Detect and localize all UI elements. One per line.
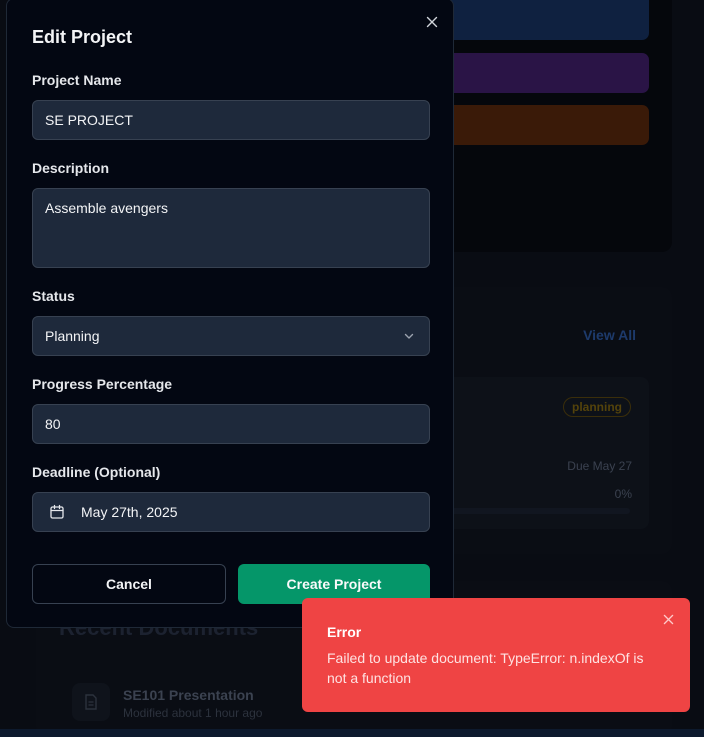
project-due-date: Due May 27 (567, 459, 632, 473)
status-value: Planning (45, 328, 100, 344)
document-meta: Modified about 1 hour ago (123, 706, 263, 720)
cancel-button[interactable]: Cancel (32, 564, 226, 604)
close-icon[interactable] (660, 611, 676, 627)
chevron-down-icon (403, 329, 415, 345)
project-name-label: Project Name (32, 72, 122, 88)
error-toast: Error Failed to update document: TypeErr… (302, 598, 690, 712)
progress-input[interactable]: 80 (32, 404, 430, 444)
toast-message: Failed to update document: TypeError: n.… (327, 650, 644, 686)
footer-strip (0, 729, 704, 737)
calendar-icon (49, 504, 65, 520)
project-name-input[interactable]: SE PROJECT (32, 100, 430, 140)
status-select[interactable]: Planning (32, 316, 430, 356)
edit-project-dialog: Edit Project Project Name SE PROJECT Des… (6, 0, 454, 628)
view-all-link[interactable]: View All (583, 327, 636, 343)
deadline-value: May 27th, 2025 (81, 504, 178, 520)
project-name-value: SE PROJECT (45, 112, 133, 128)
toast-title: Error (327, 624, 362, 640)
description-textarea[interactable]: Assemble avengers (32, 188, 430, 268)
progress-label: Progress Percentage (32, 376, 173, 392)
description-label: Description (32, 160, 110, 176)
progress-value: 80 (45, 416, 61, 432)
stat-bar-blue (440, 0, 649, 40)
status-badge: planning (563, 397, 631, 417)
stat-bar-purple (440, 53, 649, 93)
document-icon (72, 683, 110, 721)
project-progress-text: 0% (614, 487, 632, 501)
stat-bar-orange (440, 105, 649, 145)
description-value: Assemble avengers (45, 200, 168, 216)
project-progress-bar (440, 508, 630, 514)
status-label: Status (32, 288, 75, 304)
deadline-label: Deadline (Optional) (32, 464, 161, 480)
deadline-date-picker[interactable]: May 27th, 2025 (32, 492, 430, 532)
document-name[interactable]: SE101 Presentation (123, 687, 254, 703)
close-icon[interactable] (423, 13, 441, 31)
dialog-title: Edit Project (32, 27, 133, 47)
